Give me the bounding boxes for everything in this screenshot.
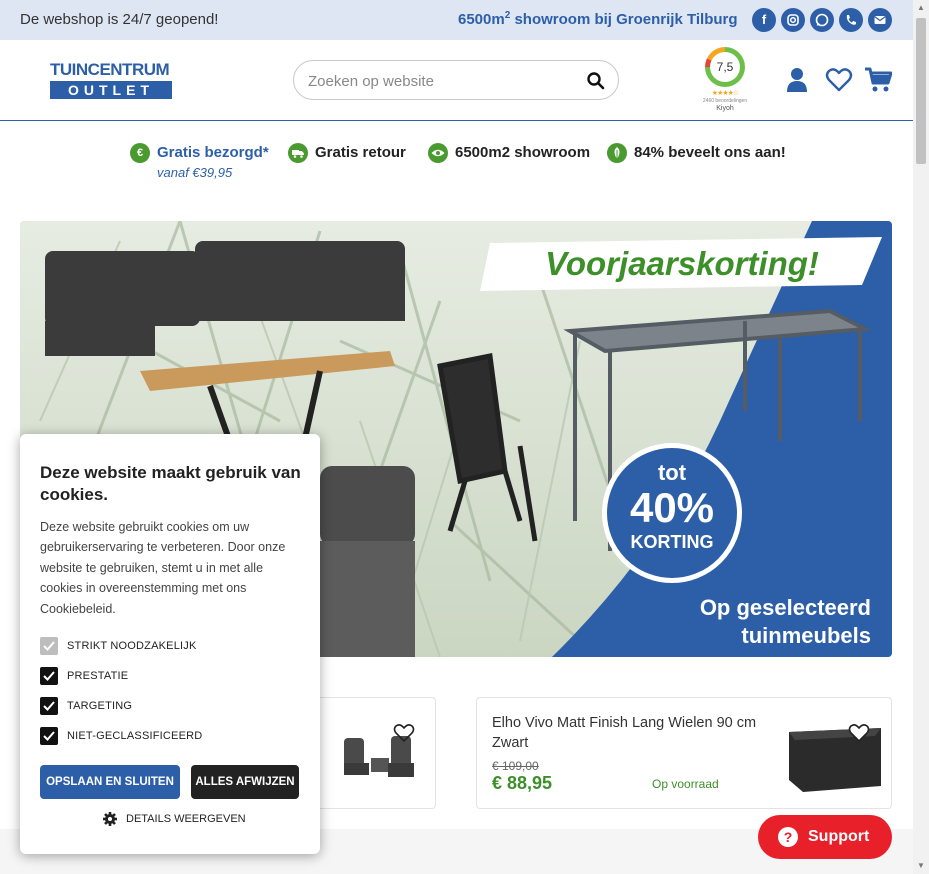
save-and-close-button[interactable]: OPSLAAN EN SLUITEN [40, 765, 180, 799]
rating-review-count: 2460 beoordelingen [702, 98, 748, 104]
cookie-dialog-description: Deze website gebruikt cookies om uw gebr… [40, 520, 286, 616]
badge-prefix: tot [657, 460, 687, 485]
account-icon[interactable] [783, 66, 811, 94]
top-info-bar: De webshop is 24/7 geopend! 6500m2 showr… [0, 0, 913, 40]
site-logo[interactable]: TUINCENTRUM OUTLET [50, 61, 172, 99]
page: De webshop is 24/7 geopend! 6500m2 showr… [0, 0, 929, 874]
product-card[interactable]: Elho Vivo Matt Finish Lang Wielen 90 cm … [476, 697, 892, 809]
favorite-heart-icon[interactable] [848, 722, 870, 744]
kiyoh-rating-widget[interactable]: 7,5 ★★★★☆ 2460 beoordelingen Kiyoh [702, 47, 748, 113]
product-title[interactable]: Elho Vivo Matt Finish Lang Wielen 90 cm … [492, 713, 772, 753]
checkbox-unclassified[interactable] [40, 727, 58, 745]
rating-stars: ★★★★☆ [711, 90, 739, 97]
truck-icon [288, 143, 308, 163]
usp-label: Gratis retour [315, 144, 406, 161]
usp-label: 84% beveelt ons aan! [634, 144, 786, 161]
mail-icon[interactable] [868, 8, 892, 32]
favorite-heart-icon[interactable] [393, 722, 415, 744]
support-label: Support [808, 828, 870, 845]
product-price: € 88,95 [492, 773, 553, 793]
logo-text-bottom: OUTLET [50, 81, 172, 99]
leaf-icon [607, 143, 627, 163]
promo-subtitle-line1: Op geselecteerd [699, 595, 871, 620]
rating-score: 7,5 [710, 52, 740, 82]
discount-badge: tot 40% KORTING [602, 443, 742, 583]
checkbox-targeting[interactable] [40, 697, 58, 715]
checkbox-label: TARGETING [67, 700, 133, 712]
showroom-location: showroom bij Groenrijk Tilburg [510, 11, 738, 28]
rating-brand: Kiyoh [716, 105, 734, 112]
showroom-size: 6500m [458, 11, 505, 28]
checkbox-label: NIET-GECLASSIFICEERD [67, 730, 203, 742]
eye-icon [428, 143, 448, 163]
phone-icon[interactable] [839, 8, 863, 32]
euro-icon: € [130, 143, 150, 163]
badge-percentage: 40% [629, 484, 715, 531]
wishlist-heart-icon[interactable] [825, 66, 853, 94]
site-header: TUINCENTRUM OUTLET 7,5 ★★★★☆ 2460 beoord… [0, 40, 913, 121]
search-input[interactable] [308, 70, 578, 92]
stock-status: Op voorraad [652, 777, 719, 791]
checkbox-label: PRESTATIE [67, 670, 129, 682]
product-image [789, 728, 881, 792]
badge-suffix: KORTING [630, 532, 714, 552]
question-icon: ? [778, 827, 798, 847]
showroom-link[interactable]: 6500m2 showroom bij Groenrijk Tilburg [458, 10, 738, 28]
instagram-icon[interactable] [781, 8, 805, 32]
scroll-down-icon[interactable]: ▼ [913, 858, 929, 874]
promo-headline: Voorjaarskorting! [545, 245, 819, 282]
promo-subtitle-line2: tuinmeubels [741, 623, 871, 648]
scroll-up-icon[interactable]: ▲ [913, 0, 929, 16]
cart-icon[interactable] [864, 66, 892, 94]
gear-icon [103, 812, 117, 826]
cookie-dialog-title: Deze website maakt gebruik van cookies. [40, 463, 301, 504]
search-icon[interactable] [586, 71, 606, 91]
opening-hours-text: De webshop is 24/7 geopend! [20, 11, 219, 28]
checkbox-strict-necessary [40, 637, 58, 655]
reject-all-button[interactable]: ALLES AFWIJZEN [191, 765, 299, 799]
product-old-price: € 109,00 [492, 759, 539, 773]
facebook-icon[interactable]: f [752, 8, 776, 32]
usp-delivery-threshold: vanaf €39,95 [157, 165, 233, 180]
cookie-consent-dialog: Deze website maakt gebruik van cookies. … [20, 434, 320, 854]
usp-label: 6500m2 showroom [455, 144, 591, 161]
details-label: DETAILS WEERGEVEN [126, 813, 246, 825]
logo-text-top: TUINCENTRUM [50, 60, 170, 79]
whatsapp-icon[interactable] [810, 8, 834, 32]
checkbox-label: STRIKT NOODZAKELIJK [67, 640, 197, 652]
rating-ring: 7,5 [705, 47, 745, 87]
scrollbar-thumb[interactable] [916, 18, 926, 164]
support-button[interactable]: ? Support [758, 815, 892, 859]
search-bar [293, 60, 619, 100]
page-scrollbar[interactable]: ▲ ▼ [913, 0, 929, 874]
checkbox-performance[interactable] [40, 667, 58, 685]
usp-label: Gratis bezorgd* [157, 144, 269, 161]
